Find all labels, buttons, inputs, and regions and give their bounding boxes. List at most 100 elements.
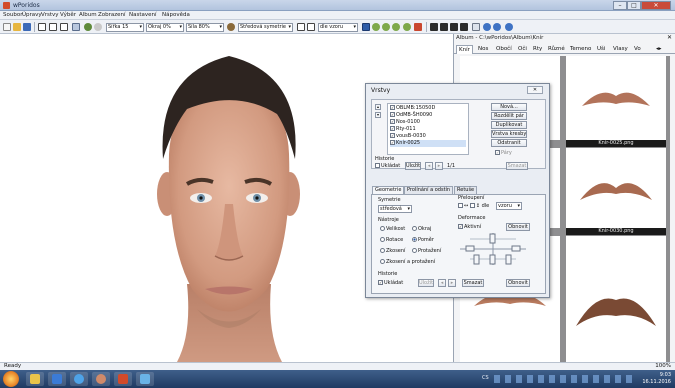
menu-napoveda[interactable]: Nápověda bbox=[162, 12, 190, 18]
layer-checkbox[interactable]: ✓ bbox=[390, 119, 395, 124]
tab-usi[interactable]: Uši bbox=[595, 45, 607, 54]
rotate-icon[interactable] bbox=[403, 23, 411, 31]
layer-checkbox[interactable]: ✓ bbox=[390, 133, 395, 138]
menu-nastaveni[interactable]: Nastavení bbox=[129, 12, 157, 18]
zoom-out-icon[interactable] bbox=[493, 23, 501, 31]
menu-zobrazeni[interactable]: Zobrazení bbox=[98, 12, 126, 18]
flip-select[interactable]: vzoru bbox=[496, 202, 522, 210]
album-icon[interactable] bbox=[472, 23, 480, 31]
save-icon[interactable] bbox=[23, 23, 31, 31]
maximize-button[interactable]: □ bbox=[627, 1, 641, 10]
tool-stretch-radio[interactable]: Protažení bbox=[412, 248, 441, 254]
new-file-icon[interactable] bbox=[3, 23, 11, 31]
list-item[interactable]: ✓ Rty-011 bbox=[390, 126, 416, 133]
layer-checkbox[interactable]: ✓ bbox=[390, 105, 395, 110]
first-icon[interactable] bbox=[430, 23, 438, 31]
menu-vyber[interactable]: Výběr bbox=[60, 12, 76, 18]
list-item[interactable]: ✓ Nos-0100 bbox=[390, 119, 420, 126]
tool-rotation-radio[interactable]: Rotace bbox=[380, 237, 403, 243]
close-button[interactable]: ✕ bbox=[641, 1, 671, 10]
menu-soubor[interactable]: Soubor bbox=[3, 12, 22, 18]
taskbar-app[interactable] bbox=[70, 372, 88, 386]
deform-grid-sliders[interactable] bbox=[460, 233, 526, 265]
history2-save-checkbox[interactable]: ✓ Ukládat bbox=[378, 280, 403, 286]
taskbar-app[interactable] bbox=[48, 372, 66, 386]
symmetry-select[interactable]: Středová symetrie bbox=[238, 23, 293, 32]
pattern-select[interactable]: dle vzoru bbox=[318, 23, 358, 32]
zoom-in-icon[interactable] bbox=[483, 23, 491, 31]
home-icon[interactable] bbox=[414, 23, 422, 31]
menu-vrstvy[interactable]: Vrstvy bbox=[41, 12, 59, 18]
brush-icon[interactable] bbox=[227, 23, 235, 31]
tool-skew-stretch-radio[interactable]: Zkosení a protažení bbox=[380, 259, 435, 265]
layout-list-icon[interactable] bbox=[60, 23, 68, 31]
tab-oboci[interactable]: Obočí bbox=[494, 45, 514, 54]
history2-clear-button[interactable]: Smazat bbox=[462, 279, 484, 287]
tool-size-radio[interactable]: Velikost bbox=[380, 226, 405, 232]
symmetry-select[interactable]: středová bbox=[378, 205, 412, 213]
list-item[interactable]: ✓ vousB-0030 bbox=[390, 133, 426, 140]
move-up-icon[interactable] bbox=[382, 23, 390, 31]
new-layer-button[interactable]: Nová... bbox=[491, 103, 527, 111]
history2-forward-button[interactable]: ▸ bbox=[448, 279, 456, 287]
list-item[interactable]: ✓ OdMB-ŠH0090 bbox=[390, 112, 432, 119]
language-indicator[interactable]: CS bbox=[482, 375, 489, 381]
next-icon[interactable] bbox=[450, 23, 458, 31]
thumbnail[interactable] bbox=[566, 236, 666, 362]
tab-prolinani[interactable]: Prolínání a odstín bbox=[404, 186, 454, 194]
taskbar-app[interactable] bbox=[26, 372, 44, 386]
start-button[interactable] bbox=[3, 371, 19, 387]
taskbar-app[interactable] bbox=[114, 372, 132, 386]
history2-save-button[interactable]: Uložit bbox=[418, 279, 434, 287]
move-icon[interactable] bbox=[372, 23, 380, 31]
tool-ratio-radio[interactable]: Poměr bbox=[412, 237, 434, 243]
layout-single-icon[interactable] bbox=[38, 23, 46, 31]
menu-upravy[interactable]: Úpravy bbox=[22, 12, 42, 18]
history-save-button[interactable]: Uložit bbox=[405, 162, 421, 170]
tab-scroll-arrows[interactable]: ◂▸ bbox=[654, 45, 664, 54]
tab-knir[interactable]: Knír bbox=[456, 45, 473, 54]
taskbar-app[interactable] bbox=[136, 372, 154, 386]
layers-icon[interactable] bbox=[362, 23, 370, 31]
help-icon[interactable] bbox=[505, 23, 513, 31]
dialog-close-button[interactable]: ✕ bbox=[527, 86, 543, 94]
pairs-checkbox[interactable]: ✓ Páry bbox=[495, 150, 512, 156]
deform-refresh-button[interactable]: Obnovit bbox=[506, 223, 530, 231]
deform-active-checkbox[interactable]: ✓ Aktivní bbox=[458, 224, 481, 230]
layout-grid-icon[interactable] bbox=[49, 23, 57, 31]
history-forward-button[interactable]: ▸ bbox=[435, 162, 443, 170]
history-save-checkbox[interactable]: Ukládat bbox=[375, 163, 400, 169]
menu-album[interactable]: Album bbox=[79, 12, 97, 18]
redo-icon[interactable] bbox=[94, 23, 102, 31]
album-close-icon[interactable]: ✕ bbox=[667, 34, 672, 41]
tab-nos[interactable]: Nos bbox=[476, 45, 490, 54]
tab-vo[interactable]: Vo bbox=[632, 45, 643, 54]
move-down-icon[interactable] bbox=[392, 23, 400, 31]
layer-checkbox[interactable]: ✓ bbox=[390, 112, 395, 117]
pattern-layer-button[interactable]: Vrstva kresby bbox=[491, 130, 527, 138]
last-icon[interactable] bbox=[460, 23, 468, 31]
tool-border-radio[interactable]: Okraj bbox=[412, 226, 431, 232]
remove-button[interactable]: Odstranit bbox=[491, 139, 527, 147]
history-back-button[interactable]: ◂ bbox=[425, 162, 433, 170]
minimize-button[interactable]: – bbox=[613, 1, 627, 10]
tab-oci[interactable]: Oči bbox=[516, 45, 529, 54]
taskbar-app[interactable] bbox=[92, 372, 110, 386]
duplicate-button[interactable]: Duplikovat bbox=[491, 121, 527, 129]
layer-up-arrow-icon[interactable]: ▴ bbox=[375, 104, 381, 110]
tab-retuse[interactable]: Retuše bbox=[454, 186, 478, 194]
border-select[interactable]: Okraj 0% bbox=[146, 23, 184, 32]
open-folder-icon[interactable] bbox=[13, 23, 21, 31]
history-clear-button[interactable]: Smazat bbox=[506, 162, 528, 170]
clock[interactable]: 9:03 16.11.2016 bbox=[642, 372, 671, 386]
previous-icon[interactable] bbox=[440, 23, 448, 31]
width-select[interactable]: Šířka 15 bbox=[106, 23, 144, 32]
thumbnail[interactable] bbox=[566, 148, 666, 228]
layer-down-arrow-icon[interactable]: ▾ bbox=[375, 112, 381, 118]
strength-select[interactable]: Síla 80% bbox=[186, 23, 224, 32]
tab-ruzne[interactable]: Různé bbox=[546, 45, 567, 54]
tool-skew-radio[interactable]: Zkosení bbox=[380, 248, 405, 254]
flip-vertical-icon[interactable] bbox=[307, 23, 315, 31]
window-icon[interactable] bbox=[72, 23, 80, 31]
history2-refresh-button[interactable]: Obnovit bbox=[506, 279, 530, 287]
